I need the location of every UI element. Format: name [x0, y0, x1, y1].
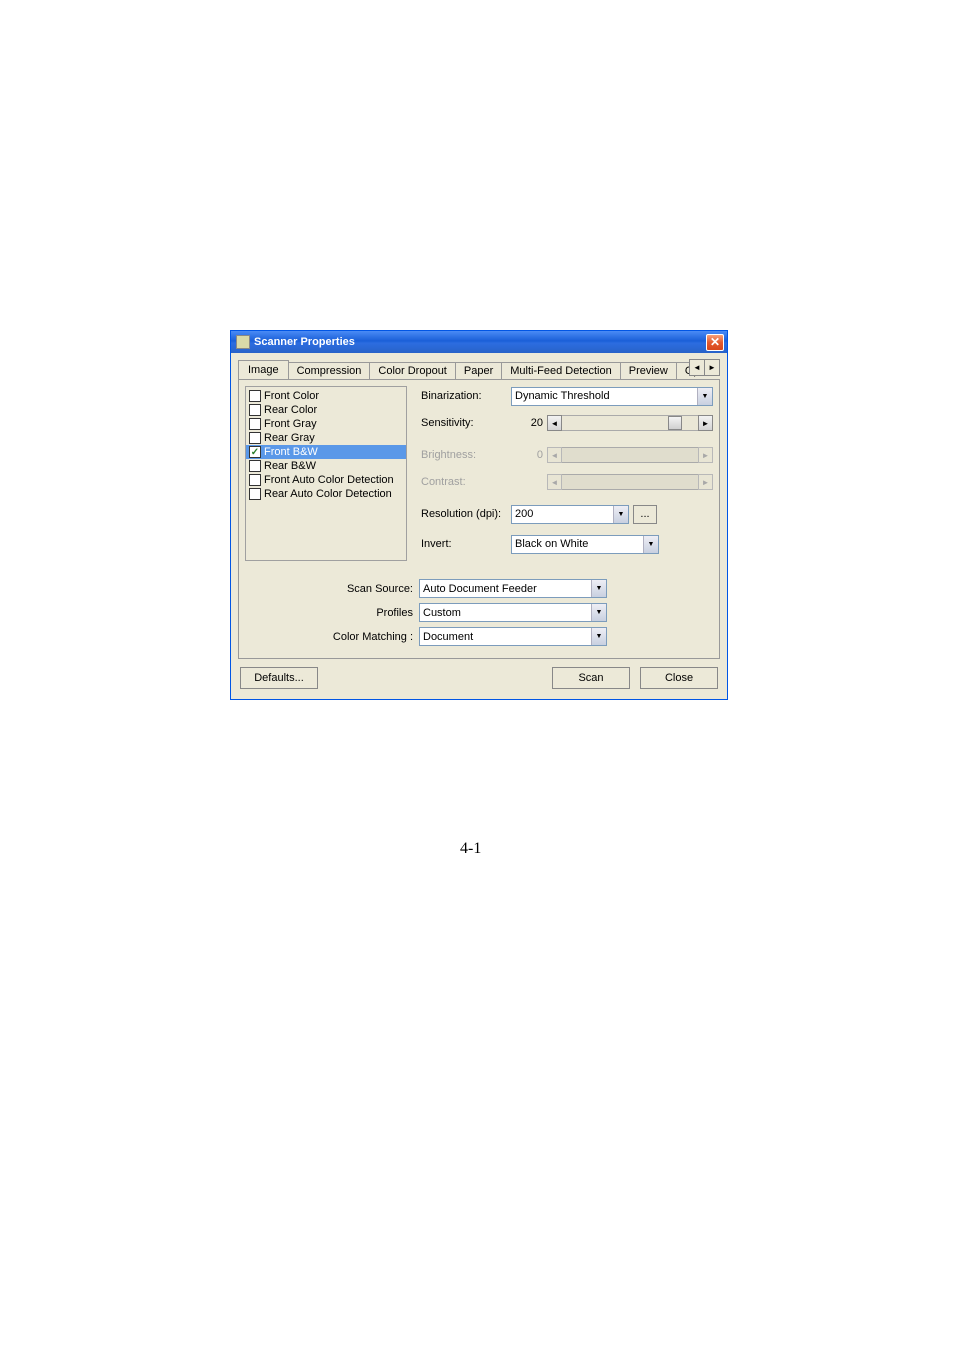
contrast-slider: ◄ ► [547, 473, 713, 491]
tab-image[interactable]: Image [238, 360, 289, 379]
page-number: 4-1 [460, 840, 954, 858]
brightness-value: 0 [511, 449, 547, 461]
slider-right-icon: ► [698, 474, 713, 490]
sensitivity-value: 20 [511, 417, 547, 429]
contrast-label: Contrast: [421, 476, 511, 488]
chevron-down-icon: ▼ [613, 506, 628, 523]
check-front-auto-color[interactable]: Front Auto Color Detection [246, 473, 406, 487]
check-front-color[interactable]: Front Color [246, 389, 406, 403]
defaults-button[interactable]: Defaults... [240, 667, 318, 689]
tab-paper[interactable]: Paper [455, 362, 502, 379]
slider-left-icon: ◄ [547, 447, 562, 463]
binarization-label: Binarization: [421, 390, 511, 402]
scan-source-label: Scan Source: [245, 583, 419, 595]
resolution-more-button[interactable]: ... [633, 505, 657, 524]
chevron-down-icon: ▼ [591, 604, 606, 621]
sensitivity-label: Sensitivity: [421, 417, 511, 429]
profiles-label: Profiles [245, 607, 419, 619]
profiles-select[interactable]: Custom ▼ [419, 603, 607, 622]
check-rear-bw[interactable]: Rear B&W [246, 459, 406, 473]
check-front-bw[interactable]: ✓Front B&W [246, 445, 406, 459]
slider-left-icon: ◄ [547, 474, 562, 490]
chevron-down-icon: ▼ [643, 536, 658, 553]
slider-left-icon[interactable]: ◄ [547, 415, 562, 431]
tab-panel-image: Front Color Rear Color Front Gray Rear G… [238, 379, 720, 659]
chevron-down-icon: ▼ [697, 388, 712, 405]
brightness-slider: ◄ ► [547, 446, 713, 464]
titlebar: Scanner Properties ✕ [231, 331, 727, 353]
scan-source-select[interactable]: Auto Document Feeder ▼ [419, 579, 607, 598]
tab-preview[interactable]: Preview [620, 362, 677, 379]
tab-compression[interactable]: Compression [288, 362, 371, 379]
binarization-select[interactable]: Dynamic Threshold ▼ [511, 387, 713, 406]
slider-right-icon: ► [698, 447, 713, 463]
tab-scroll-right-icon[interactable]: ► [704, 359, 720, 376]
check-rear-auto-color[interactable]: Rear Auto Color Detection [246, 487, 406, 501]
scanner-properties-dialog: Scanner Properties ✕ Image Compression C… [230, 330, 728, 700]
brightness-label: Brightness: [421, 449, 511, 461]
check-front-gray[interactable]: Front Gray [246, 417, 406, 431]
color-matching-label: Color Matching : [245, 631, 419, 643]
resolution-select[interactable]: 200 ▼ [511, 505, 629, 524]
sensitivity-slider[interactable]: ◄ ► [547, 414, 713, 432]
invert-label: Invert: [421, 538, 511, 550]
chevron-down-icon: ▼ [591, 580, 606, 597]
close-icon[interactable]: ✕ [706, 334, 724, 351]
scan-button[interactable]: Scan [552, 667, 630, 689]
tab-color-dropout[interactable]: Color Dropout [369, 362, 455, 379]
tab-scroll-left-icon[interactable]: ◄ [689, 359, 705, 376]
chevron-down-icon: ▼ [591, 628, 606, 645]
tab-strip: Image Compression Color Dropout Paper Mu… [238, 359, 720, 379]
window-title: Scanner Properties [254, 336, 706, 348]
check-rear-gray[interactable]: Rear Gray [246, 431, 406, 445]
tab-multi-feed[interactable]: Multi-Feed Detection [501, 362, 621, 379]
invert-select[interactable]: Black on White ▼ [511, 535, 659, 554]
image-mode-list: Front Color Rear Color Front Gray Rear G… [245, 386, 407, 561]
tab-scroll: ◄ ► [689, 359, 720, 376]
check-rear-color[interactable]: Rear Color [246, 403, 406, 417]
resolution-label: Resolution (dpi): [421, 508, 511, 520]
close-button[interactable]: Close [640, 667, 718, 689]
color-matching-select[interactable]: Document ▼ [419, 627, 607, 646]
slider-right-icon[interactable]: ► [698, 415, 713, 431]
app-icon [236, 335, 250, 349]
